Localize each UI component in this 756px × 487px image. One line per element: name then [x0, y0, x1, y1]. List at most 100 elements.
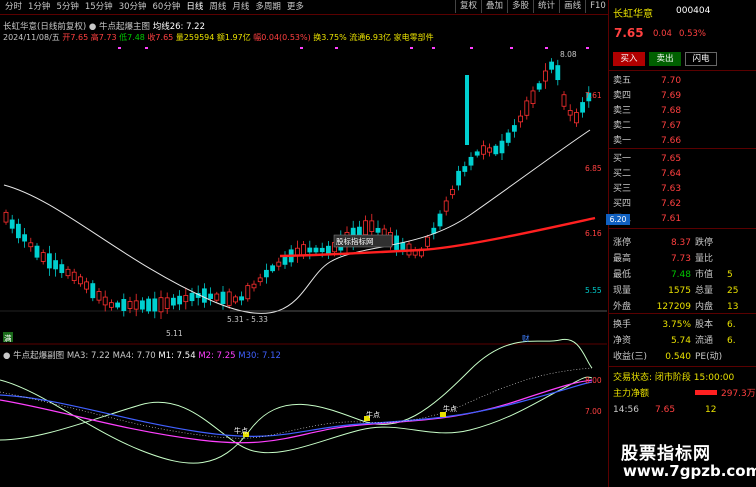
- candle-body: [208, 293, 214, 299]
- axis-label: 6.85: [585, 164, 602, 173]
- ask-price: 7.67: [661, 121, 682, 131]
- axis-label: 6.16: [585, 229, 602, 238]
- stat-label: 市值: [695, 270, 714, 280]
- quote-panel: 长虹华意 000404 7.65 0.04 0.53% 买入 卖出 闪电 卖五 7…: [608, 0, 756, 487]
- candle-body: [3, 211, 9, 223]
- candle-body: [276, 261, 282, 267]
- stat-label: 换手: [613, 320, 632, 330]
- candle-body: [524, 100, 530, 116]
- kline-chart[interactable]: 7.61 6.85 6.16 5.55 8.00 7.00 8.08 5.11 …: [0, 0, 607, 487]
- stat-value: 6.: [727, 320, 736, 330]
- top-marker: [432, 47, 435, 49]
- trade-buttons: 买入 卖出 闪电: [613, 52, 717, 66]
- candle-body: [319, 247, 325, 253]
- stat-row: 外盘 127209 内盘 13: [609, 300, 756, 314]
- watermark: 股票指标网 www.7gpzb.com: [609, 436, 756, 487]
- buy-button[interactable]: 买入: [613, 52, 645, 66]
- stat-row: 最高 7.73 量比: [609, 252, 756, 266]
- stat-value: 1575: [668, 286, 691, 296]
- candle-body: [65, 268, 71, 277]
- price-change: 0.04: [653, 29, 672, 39]
- stat-label: PE(动): [695, 352, 723, 362]
- candle-body: [78, 276, 83, 285]
- order-book-row: 卖二 7.67: [609, 119, 756, 134]
- candle-body: [15, 223, 21, 239]
- stat-label: 现量: [613, 286, 632, 296]
- sell-button[interactable]: 卖出: [649, 52, 681, 66]
- ind-ma4: MA4: 7.70: [112, 351, 156, 361]
- stat-label: 总量: [695, 286, 714, 296]
- sub-indicator-name[interactable]: 牛点起爆副图: [13, 351, 64, 361]
- candle-body: [530, 90, 536, 104]
- ind-axis-label: 7.00: [585, 407, 602, 416]
- top-marker: [145, 47, 148, 49]
- candle-body: [555, 65, 561, 81]
- order-book-row: 卖五 7.70: [609, 74, 756, 89]
- quote-low: 低7.48: [119, 33, 145, 42]
- candle-body: [121, 299, 127, 311]
- candle-body: [425, 236, 431, 247]
- stat-row: 涨停 8.37 跌停: [609, 236, 756, 250]
- ind-signal-text: 牛点: [234, 426, 248, 435]
- candle-body: [512, 125, 517, 132]
- candle-body: [220, 291, 226, 305]
- high-annotation: 8.08: [560, 50, 577, 59]
- candle-body: [375, 227, 381, 233]
- candle-body: [437, 213, 443, 227]
- axis-label: 7.61: [585, 91, 602, 100]
- ask-label: 卖一: [613, 136, 632, 146]
- top-marker: [300, 47, 303, 49]
- stat-label: 流通: [695, 336, 714, 346]
- candle-body: [487, 147, 493, 153]
- candle-body: [580, 102, 585, 113]
- ind-line-lower: [0, 376, 593, 454]
- ind-m30: M30: 7.12: [238, 351, 281, 361]
- top-marker: [586, 47, 589, 49]
- candle-body: [158, 297, 164, 313]
- candle-body: [313, 247, 319, 253]
- order-book-row: 卖一 7.66: [609, 134, 756, 149]
- candle-body: [474, 151, 480, 156]
- candle-body: [59, 264, 65, 274]
- order-book-row: 卖三 7.68: [609, 104, 756, 119]
- tick-price: 7.65: [655, 405, 676, 415]
- flash-button[interactable]: 闪电: [685, 52, 717, 66]
- divider: [609, 70, 756, 71]
- candle-body: [499, 140, 505, 154]
- dot-icon: ●: [3, 351, 11, 361]
- candle-body: [170, 297, 176, 306]
- candle-body: [518, 115, 523, 123]
- watermark-title: 股票指标网: [621, 444, 711, 464]
- stat-row: 收益(三) 0.540 PE(动): [609, 350, 756, 364]
- candle-body: [574, 112, 579, 124]
- bid-price: 7.62: [661, 199, 682, 209]
- quote-sector: 家电零部件: [393, 33, 434, 42]
- candle-body: [561, 94, 567, 107]
- main-flow-bar: [695, 390, 717, 395]
- chart-stock-title: 长虹华意(日线前复权): [3, 22, 87, 32]
- candle-body: [363, 220, 369, 236]
- mid-badge-text: 财: [522, 333, 530, 343]
- main-indicator-name[interactable]: 牛点起爆主图: [99, 22, 150, 32]
- bid-price: 7.64: [661, 169, 682, 179]
- quote-date: 2024/11/08/五: [3, 33, 60, 42]
- candle-body: [245, 285, 251, 300]
- candle-body: [22, 234, 28, 242]
- ind-axis-label: 8.00: [585, 376, 602, 385]
- candle-body: [270, 265, 276, 272]
- candle-body: [53, 260, 58, 270]
- candle-body: [183, 295, 189, 303]
- ask-price: 7.66: [661, 136, 682, 146]
- divider: [609, 228, 756, 229]
- stat-label: 涨停: [613, 238, 632, 248]
- stat-value: 13: [727, 302, 739, 312]
- ask-label: 卖三: [613, 106, 632, 116]
- stat-value: 6.: [727, 336, 736, 346]
- price-line: 7.65 0.04 0.53%: [609, 26, 756, 40]
- tick-vol: 12: [705, 405, 717, 415]
- candle-body: [251, 283, 257, 289]
- ask-price: 7.70: [661, 76, 682, 86]
- candle-body: [468, 156, 474, 166]
- candle-body: [127, 301, 133, 309]
- stat-row: 净资 5.74 流通 6.: [609, 334, 756, 348]
